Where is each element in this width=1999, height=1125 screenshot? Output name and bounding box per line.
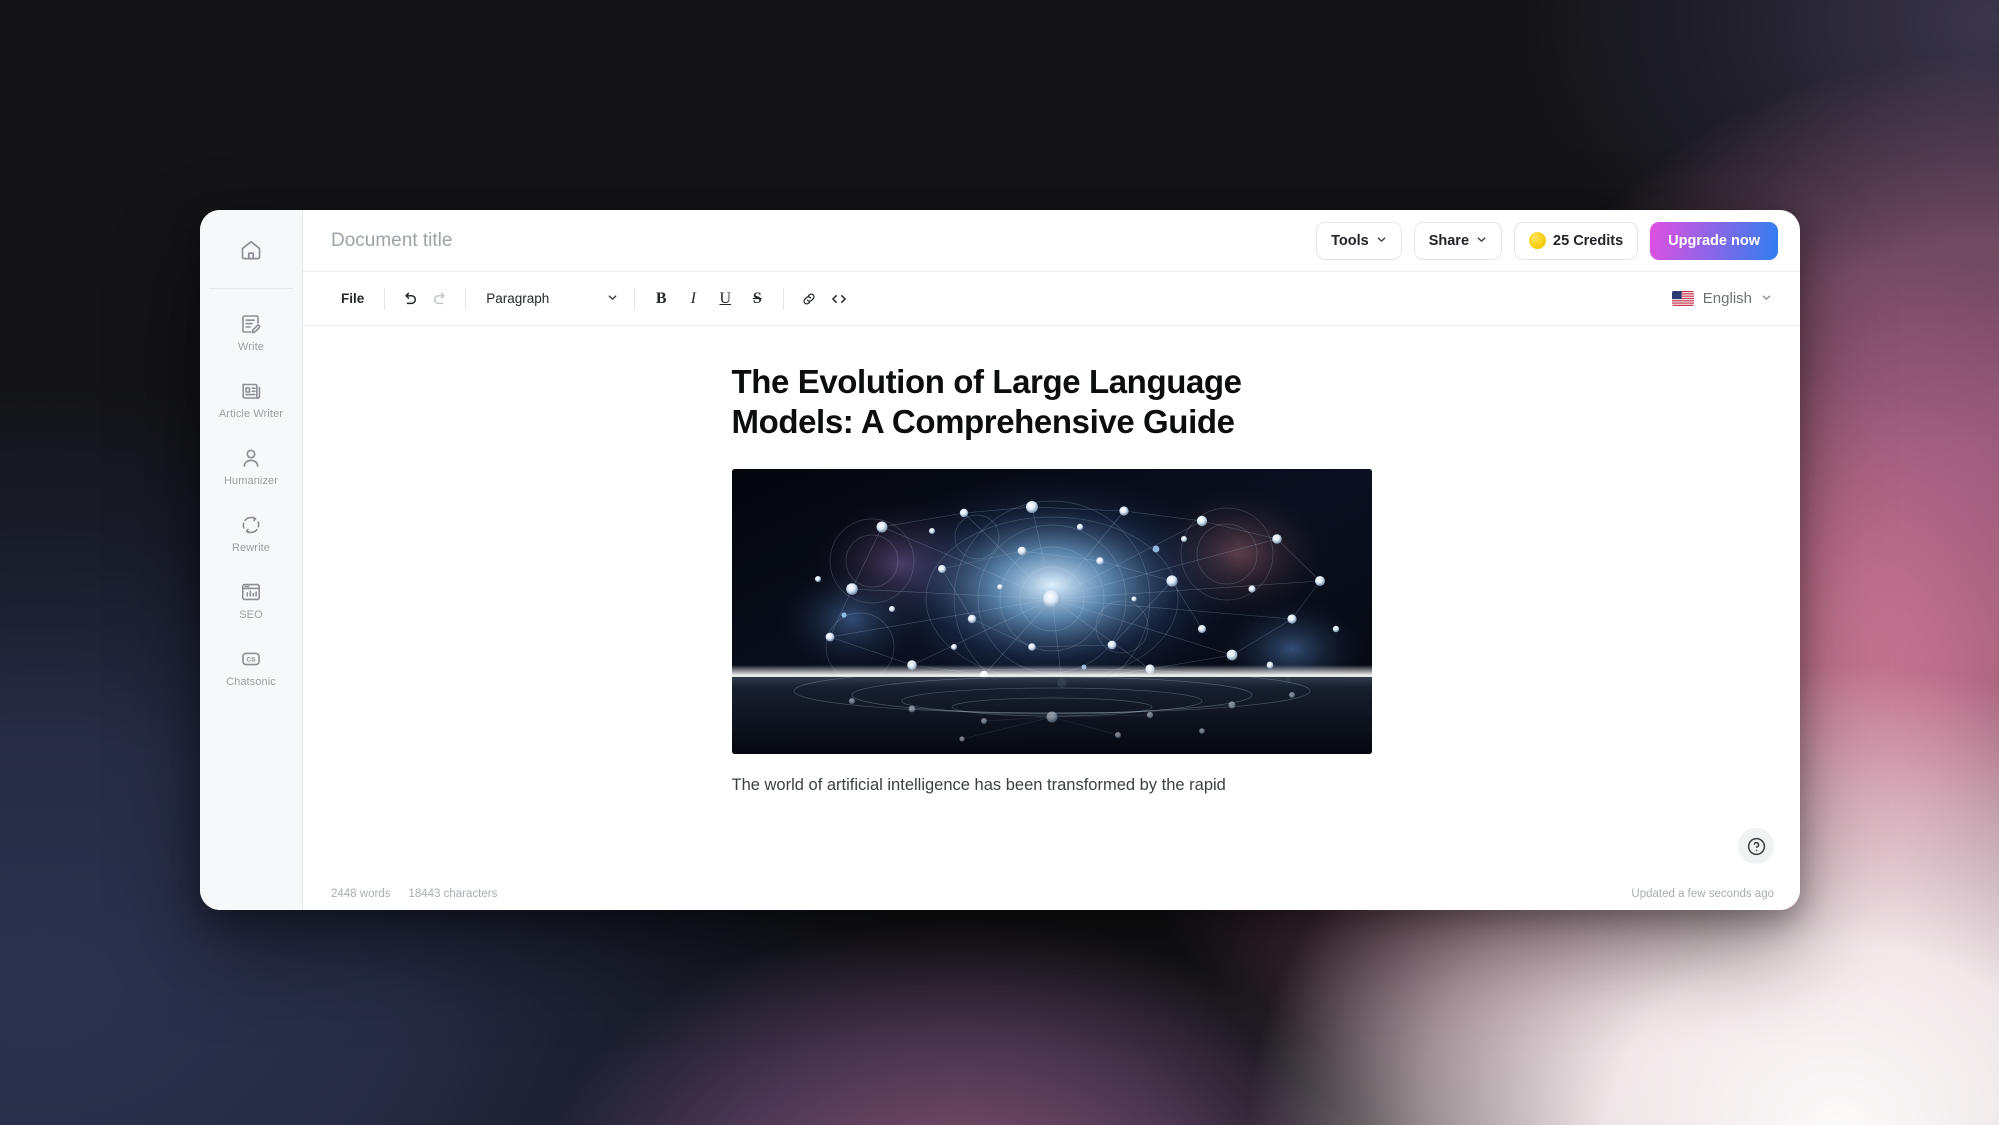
document-page: The Evolution of Large Language Models: …	[731, 326, 1372, 799]
sidebar-item-home[interactable]	[216, 224, 286, 276]
sidebar-item-article-writer[interactable]: Article Writer	[205, 370, 297, 428]
sidebar-item-chatsonic[interactable]: CS Chatsonic	[205, 638, 297, 696]
document-stats: 2448 words 18443 characters	[331, 888, 497, 900]
chevron-down-icon	[1476, 233, 1487, 249]
credits-button[interactable]: 25 Credits	[1514, 221, 1639, 260]
sidebar-item-label: Humanizer	[223, 475, 279, 487]
editor-canvas[interactable]: The Evolution of Large Language Models: …	[303, 326, 1800, 878]
language-label: English	[1702, 290, 1752, 307]
document-paragraph: The world of artificial intelligence has…	[731, 775, 1226, 794]
toolbar-divider	[634, 287, 636, 310]
help-button[interactable]	[1738, 828, 1774, 864]
desktop-background: Write Article Writer Humanizer Rewrite S…	[0, 0, 1999, 1125]
svg-text:CS: CS	[246, 657, 256, 664]
article-icon	[239, 379, 263, 403]
seo-chart-icon	[239, 580, 263, 604]
sidebar-item-label: Write	[238, 341, 264, 353]
home-icon	[239, 238, 263, 262]
language-selector[interactable]: English	[1666, 286, 1778, 311]
coin-icon	[1529, 232, 1547, 249]
undo-icon	[401, 290, 419, 308]
character-count: 18443 characters	[408, 888, 498, 900]
bold-button[interactable]: B	[645, 283, 677, 315]
credits-label: 25 Credits	[1553, 232, 1624, 249]
undo-button[interactable]	[395, 284, 425, 314]
link-icon	[800, 290, 818, 308]
italic-button[interactable]: I	[677, 283, 709, 315]
editor-toolbar: File Paragraph B I U S English	[303, 272, 1800, 326]
strikethrough-button[interactable]: S	[741, 283, 773, 315]
paragraph-style-value: Paragraph	[486, 291, 550, 306]
sidebar: Write Article Writer Humanizer Rewrite S…	[200, 210, 303, 910]
share-button[interactable]: Share	[1413, 221, 1503, 260]
editor-status-bar: 2448 words 18443 characters Updated a fe…	[303, 878, 1800, 910]
toolbar-divider	[384, 287, 386, 310]
us-flag-icon	[1671, 291, 1694, 306]
redo-button[interactable]	[425, 284, 455, 314]
sidebar-divider	[209, 288, 293, 289]
sidebar-item-label: Rewrite	[232, 542, 270, 554]
upgrade-now-button[interactable]: Upgrade now	[1650, 221, 1778, 260]
sidebar-item-write[interactable]: Write	[205, 303, 297, 361]
sidebar-item-label: Chatsonic	[226, 676, 276, 688]
main-area: Tools Share 25 Credits	[303, 210, 1800, 910]
word-count: 2448 words	[331, 888, 391, 900]
insert-link-button[interactable]	[794, 284, 824, 314]
document-title-input[interactable]	[331, 229, 1317, 252]
sidebar-item-humanizer[interactable]: Humanizer	[205, 437, 297, 495]
file-menu-button[interactable]: File	[331, 285, 374, 312]
document-hero-image[interactable]	[731, 468, 1372, 754]
sidebar-item-rewrite[interactable]: Rewrite	[205, 504, 297, 562]
code-block-button[interactable]	[824, 284, 854, 314]
chevron-down-icon	[1761, 290, 1772, 307]
code-icon	[830, 290, 848, 308]
chevron-down-icon	[607, 291, 618, 306]
paragraph-style-select[interactable]: Paragraph	[476, 283, 624, 315]
chatsonic-cs-icon: CS	[239, 647, 263, 671]
write-document-icon	[239, 312, 263, 336]
refresh-circle-icon	[239, 513, 263, 537]
person-icon	[239, 446, 263, 470]
document-heading: The Evolution of Large Language Models: …	[731, 363, 1243, 441]
app-header: Tools Share 25 Credits	[303, 210, 1800, 272]
tools-label: Tools	[1331, 232, 1369, 249]
redo-icon	[431, 290, 449, 308]
header-actions: Tools Share 25 Credits Upgrade now	[1316, 221, 1778, 260]
chevron-down-icon	[1376, 233, 1387, 249]
underline-button[interactable]: U	[709, 283, 741, 315]
tools-button[interactable]: Tools	[1316, 221, 1402, 260]
sidebar-item-label: Article Writer	[218, 408, 284, 420]
question-mark-circle-icon	[1746, 836, 1767, 857]
updated-status: Updated a few seconds ago	[1631, 888, 1774, 900]
share-label: Share	[1428, 232, 1470, 249]
toolbar-divider	[783, 287, 785, 310]
toolbar-divider	[465, 287, 467, 310]
sidebar-item-seo[interactable]: SEO	[205, 571, 297, 629]
app-window: Write Article Writer Humanizer Rewrite S…	[200, 210, 1800, 910]
sidebar-item-label: SEO	[239, 609, 263, 621]
